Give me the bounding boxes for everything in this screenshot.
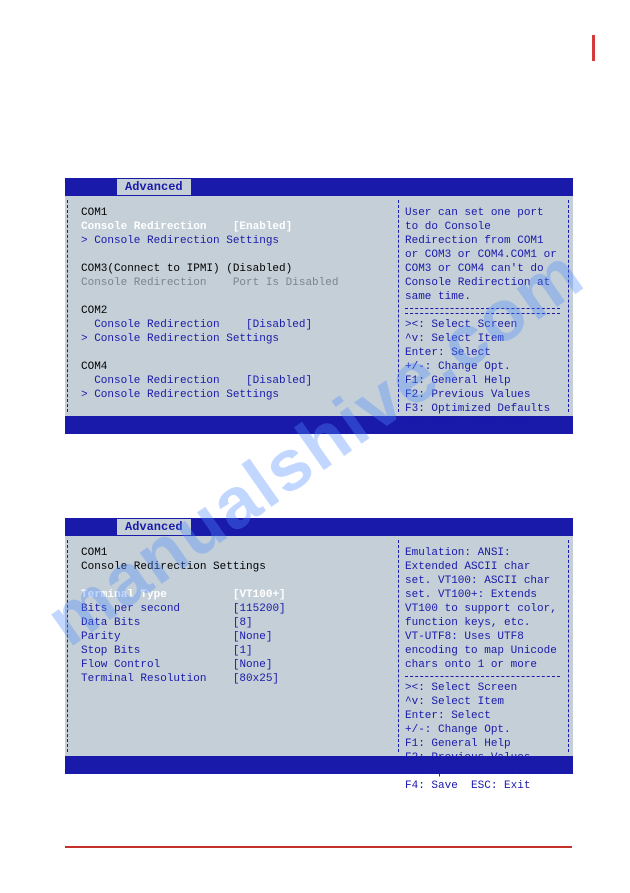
settings-subheader: Console Redirection Settings — [81, 560, 394, 574]
bios-panel-serial-redirection: Advanced COM1 Console Redirection [Enabl… — [65, 178, 573, 434]
com3-header: COM3(Connect to IPMI) (Disabled) — [81, 262, 394, 276]
help-text: F2: Previous Values — [405, 751, 560, 765]
help-text: Console Redirection at — [405, 276, 560, 290]
com2-redirection-settings[interactable]: > Console Redirection Settings — [81, 332, 394, 346]
page-marker — [592, 35, 595, 61]
help-text: function keys, etc. — [405, 616, 560, 630]
key-hint: F4: Save ESC: Exit — [405, 416, 560, 430]
bits-per-second[interactable]: Bits per second [115200] — [81, 602, 394, 616]
settings-column: COM1 Console Redirection [Enabled] > Con… — [69, 200, 399, 412]
key-hint: Enter: Select — [405, 346, 560, 360]
data-bits[interactable]: Data Bits [8] — [81, 616, 394, 630]
key-hint: ^v: Select Item — [405, 695, 560, 709]
com4-redirection-settings[interactable]: > Console Redirection Settings — [81, 388, 394, 402]
help-text: to do Console — [405, 220, 560, 234]
key-hint: ^v: Select Item — [405, 332, 560, 346]
help-text: Emulation: ANSI: — [405, 546, 560, 560]
com1-redirection-settings[interactable]: > Console Redirection Settings — [81, 234, 394, 248]
com1-header: COM1 — [81, 546, 394, 560]
com4-header: COM4 — [81, 360, 394, 374]
key-hint: +/-: Change Opt. — [405, 723, 560, 737]
com1-console-redirection[interactable]: Console Redirection [Enabled] — [81, 220, 394, 234]
help-column: Emulation: ANSI: Extended ASCII char set… — [399, 540, 569, 752]
help-text: chars onto 1 or more — [405, 658, 560, 672]
help-text: COM3 or COM4 can't do — [405, 262, 560, 276]
flow-control[interactable]: Flow Control [None] — [81, 658, 394, 672]
footer-divider — [65, 846, 572, 848]
com2-header: COM2 — [81, 304, 394, 318]
key-hint: ><: Select Screen — [405, 318, 560, 332]
help-text: VT-UTF8: Uses UTF8 — [405, 630, 560, 644]
help-text: Redirection from COM1 — [405, 234, 560, 248]
help-text: set. VT100+: Extends — [405, 588, 560, 602]
stop-bits[interactable]: Stop Bits [1] — [81, 644, 394, 658]
com1-header: COM1 — [81, 206, 394, 220]
key-hint: F2: Previous Values — [405, 388, 560, 402]
terminal-resolution[interactable]: Terminal Resolution [80x25] — [81, 672, 394, 686]
help-text: same time. — [405, 290, 560, 304]
help-text: set. VT100: ASCII char — [405, 574, 560, 588]
panel-titlebar: Advanced — [65, 518, 573, 536]
key-hint: +/-: Change Opt. — [405, 360, 560, 374]
help-column: User can set one port to do Console Redi… — [399, 200, 569, 412]
parity[interactable]: Parity [None] — [81, 630, 394, 644]
key-hint: ><: Select Screen — [405, 681, 560, 695]
key-hint: Enter: Select — [405, 709, 560, 723]
com2-console-redirection[interactable]: Console Redirection [Disabled] — [81, 318, 394, 332]
terminal-type[interactable]: Terminal Type [VT100+] — [81, 588, 394, 602]
bios-panel-terminal-settings: Advanced COM1 Console Redirection Settin… — [65, 518, 573, 774]
help-text: encoding to map Unicode — [405, 644, 560, 658]
help-text: Extended ASCII char — [405, 560, 560, 574]
settings-column: COM1 Console Redirection Settings Termin… — [69, 540, 399, 752]
key-hint: F1: General Help — [405, 374, 560, 388]
com4-console-redirection[interactable]: Console Redirection [Disabled] — [81, 374, 394, 388]
com3-console-redirection: Console Redirection Port Is Disabled — [81, 276, 394, 290]
panel-titlebar: Advanced — [65, 178, 573, 196]
tab-advanced[interactable]: Advanced — [117, 519, 191, 535]
tab-advanced[interactable]: Advanced — [117, 179, 191, 195]
help-text: User can set one port — [405, 206, 560, 220]
help-text: VT100 to support color, — [405, 602, 560, 616]
key-hint: F4: Save ESC: Exit — [405, 779, 560, 793]
key-hint: F1: General Help — [405, 737, 560, 751]
key-hint: F3: Optimized Defaults — [405, 402, 560, 416]
key-hint: F3: Optimized Defaults — [405, 765, 560, 779]
help-text: or COM3 or COM4.COM1 or — [405, 248, 560, 262]
